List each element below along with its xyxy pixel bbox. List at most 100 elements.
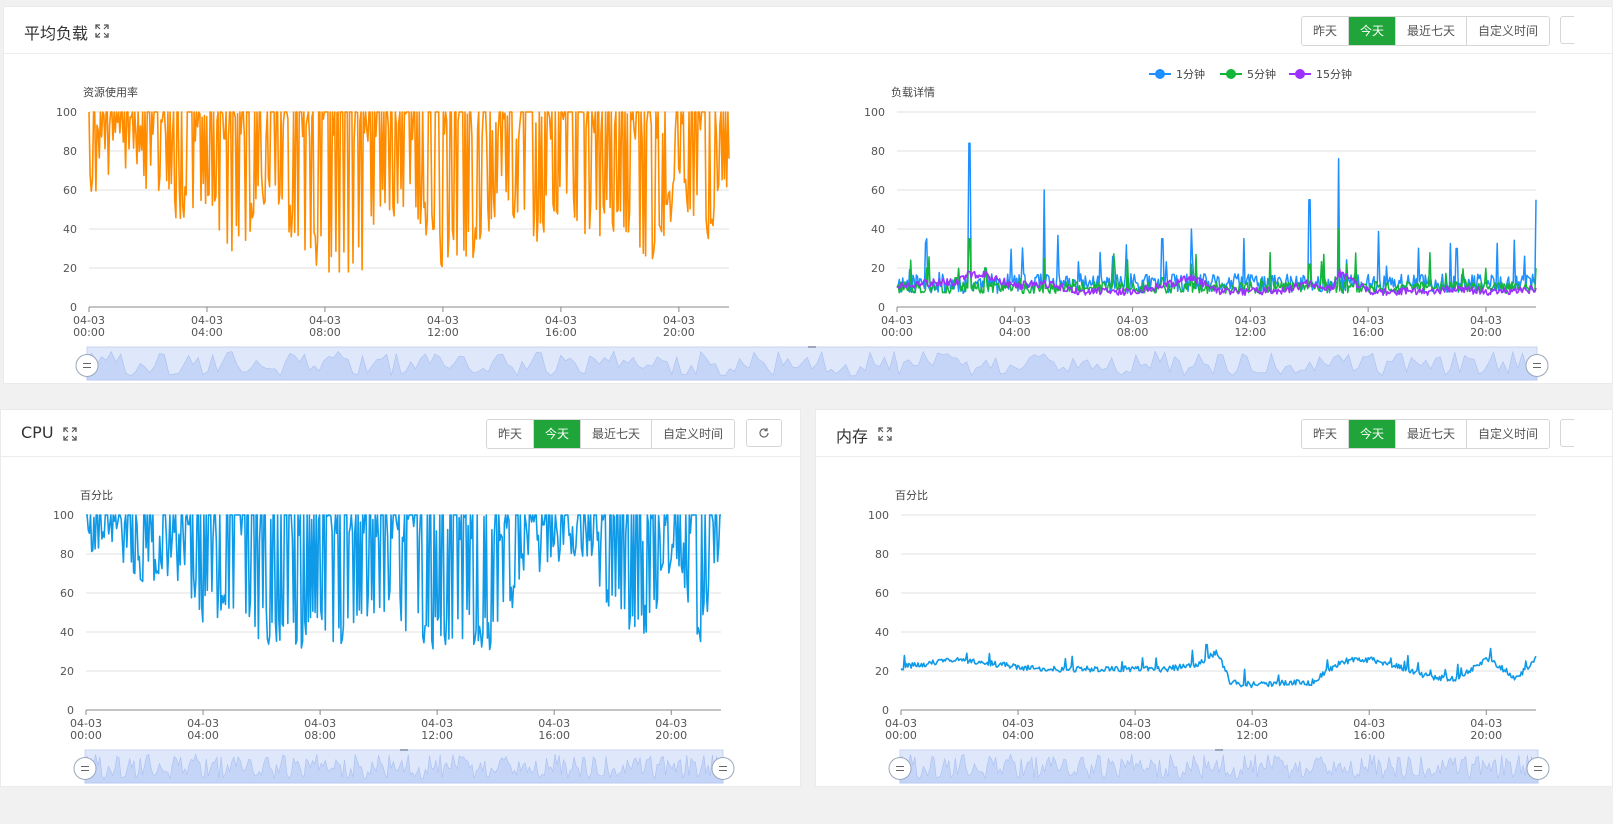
- zoom-handle-circle: [888, 757, 912, 780]
- y-tick-label: 60: [871, 184, 885, 197]
- memory-btn-yesterday[interactable]: 昨天: [1302, 420, 1350, 448]
- zoom-handle-icon[interactable]: [1525, 354, 1549, 377]
- memory-panel-header: 内存 昨天 今天 最近七天 自定义时间: [816, 410, 1612, 457]
- legend-label: 5分钟: [1247, 67, 1276, 81]
- zoom-center-grip: [400, 749, 408, 751]
- load-panel-header: 平均负载 昨天 今天 最近七天 自定义时间: [4, 7, 1612, 54]
- y-tick-label: 100: [864, 106, 885, 119]
- refresh-icon: [759, 428, 769, 438]
- y-tick-label: 40: [60, 626, 74, 639]
- load-charts: 资源使用率02040608010004-0300:0004-0304:0004-…: [56, 67, 1549, 381]
- memory-btn-custom-time[interactable]: 自定义时间: [1467, 420, 1550, 448]
- zoom-handle-circle: [711, 757, 735, 780]
- memory-time-range-group: 昨天 今天 最近七天 自定义时间: [1301, 419, 1551, 449]
- load-refresh-button[interactable]: [1560, 16, 1574, 44]
- cpu-panel-header: CPU 昨天 今天 最近七天 自定义时间: [1, 410, 800, 457]
- cpu-btn-yesterday[interactable]: 昨天: [487, 420, 535, 448]
- y-tick-label: 40: [875, 626, 889, 639]
- y-tick-label: 80: [63, 145, 77, 158]
- zoom-handle-icon[interactable]: [888, 757, 912, 780]
- series-line: [896, 142, 1537, 295]
- zoom-handle-circle: [75, 354, 99, 377]
- legend-item[interactable]: 5分钟: [1220, 67, 1276, 81]
- y-tick-label: 60: [63, 184, 77, 197]
- zoom-center-grip: [1215, 749, 1223, 751]
- x-tick-label: 08:00: [304, 729, 336, 742]
- y-tick-label: 20: [60, 665, 74, 678]
- x-tick-label: 04:00: [191, 326, 223, 339]
- expand-arrows-icon[interactable]: [878, 427, 892, 441]
- x-tick-label: 12:00: [1236, 729, 1268, 742]
- y-tick-label: 80: [871, 145, 885, 158]
- x-tick-label: 08:00: [309, 326, 341, 339]
- load-btn-yesterday[interactable]: 昨天: [1302, 17, 1350, 45]
- load-btn-last7days[interactable]: 最近七天: [1396, 17, 1468, 45]
- x-tick-label: 08:00: [1117, 326, 1149, 339]
- memory-panel: 内存 昨天 今天 最近七天 自定义时间 百分比 0 20 40 60 80 100 04-03…: [815, 409, 1613, 787]
- chart-ylabel: 资源使用率: [83, 85, 138, 99]
- cpu-btn-today[interactable]: 今天: [534, 420, 582, 448]
- legend-marker: [1226, 69, 1236, 79]
- y-tick-label: 100: [868, 509, 889, 522]
- chart-group: 负载详情02040608010004-0300:0004-0304:0004-0…: [864, 85, 1537, 339]
- x-tick-label: 20:00: [663, 326, 695, 339]
- legend-label: 15分钟: [1316, 67, 1352, 81]
- load-btn-custom-time[interactable]: 自定义时间: [1467, 17, 1550, 45]
- zoom-handle-circle: [1526, 757, 1550, 780]
- zoom-handle-circle: [73, 757, 97, 780]
- y-tick-label: 80: [875, 548, 889, 561]
- x-tick-label: 20:00: [655, 729, 687, 742]
- legend-item[interactable]: 15分钟: [1289, 67, 1352, 81]
- series-line: [88, 111, 730, 273]
- zoom-handle-icon[interactable]: [75, 354, 99, 377]
- cpu-chart: 百分比02040608010004-0300:0004-0304:0004-03…: [53, 489, 735, 784]
- zoom-handle-icon[interactable]: [711, 757, 735, 780]
- chart-ylabel: 百分比: [80, 489, 113, 502]
- chart-ylabel: 负载详情: [891, 85, 935, 99]
- legend-marker: [1295, 69, 1305, 79]
- y-tick-label: 0: [882, 704, 889, 717]
- memory-refresh-button[interactable]: [1560, 419, 1574, 447]
- x-tick-label: 00:00: [70, 729, 102, 742]
- load-btn-today[interactable]: 今天: [1349, 17, 1397, 45]
- y-tick-label: 20: [875, 665, 889, 678]
- x-tick-label: 12:00: [1235, 326, 1267, 339]
- memory-panel-title: 内存: [836, 427, 869, 446]
- x-tick-label: 00:00: [881, 326, 913, 339]
- y-tick-label: 60: [875, 587, 889, 600]
- legend-label: 1分钟: [1176, 67, 1205, 81]
- cpu-panel: CPU 昨天 今天 最近七天 自定义时间 百分比 0 20 40 60 80 100 04-0…: [0, 409, 801, 787]
- expand-arrows-icon[interactable]: [95, 24, 109, 38]
- x-tick-label: 20:00: [1470, 326, 1502, 339]
- x-tick-label: 20:00: [1470, 729, 1502, 742]
- memory-chart: 百分比02040608010004-0300:0004-0304:0004-03…: [868, 489, 1550, 784]
- x-tick-label: 08:00: [1119, 729, 1151, 742]
- y-tick-label: 0: [878, 301, 885, 314]
- y-tick-label: 0: [70, 301, 77, 314]
- chart-legend: 1分钟 5分钟 15分钟: [1149, 67, 1352, 81]
- load-panel-title: 平均负载: [24, 24, 89, 43]
- x-tick-label: 00:00: [885, 729, 917, 742]
- legend-item[interactable]: 1分钟: [1149, 67, 1205, 81]
- load-panel: 平均负载 昨天 今天 最近七天 自定义时间 资源使用率 0 20 40 60 80 100 0…: [3, 6, 1613, 384]
- cpu-time-range-group: 昨天 今天 最近七天 自定义时间: [486, 419, 736, 449]
- load-time-range-group: 昨天 今天 最近七天 自定义时间: [1301, 16, 1551, 46]
- x-tick-label: 04:00: [187, 729, 219, 742]
- x-tick-label: 04:00: [999, 326, 1031, 339]
- chart-ylabel: 百分比: [895, 489, 928, 502]
- x-tick-label: 00:00: [73, 326, 105, 339]
- zoom-handle-icon[interactable]: [73, 757, 97, 780]
- y-tick-label: 60: [60, 587, 74, 600]
- chart-group: 百分比02040608010004-0300:0004-0304:0004-03…: [868, 489, 1537, 742]
- expand-arrows-icon[interactable]: [63, 427, 77, 441]
- cpu-btn-last7days[interactable]: 最近七天: [581, 420, 653, 448]
- zoom-handle-icon[interactable]: [1526, 757, 1550, 780]
- cpu-panel-title: CPU: [21, 423, 54, 442]
- memory-btn-today[interactable]: 今天: [1349, 420, 1397, 448]
- memory-btn-last7days[interactable]: 最近七天: [1396, 420, 1468, 448]
- chart-group: 资源使用率02040608010004-0300:0004-0304:0004-…: [56, 85, 730, 339]
- x-tick-label: 16:00: [1352, 326, 1384, 339]
- cpu-btn-custom-time[interactable]: 自定义时间: [652, 420, 735, 448]
- y-tick-label: 20: [871, 262, 885, 275]
- cpu-refresh-button[interactable]: [746, 419, 782, 447]
